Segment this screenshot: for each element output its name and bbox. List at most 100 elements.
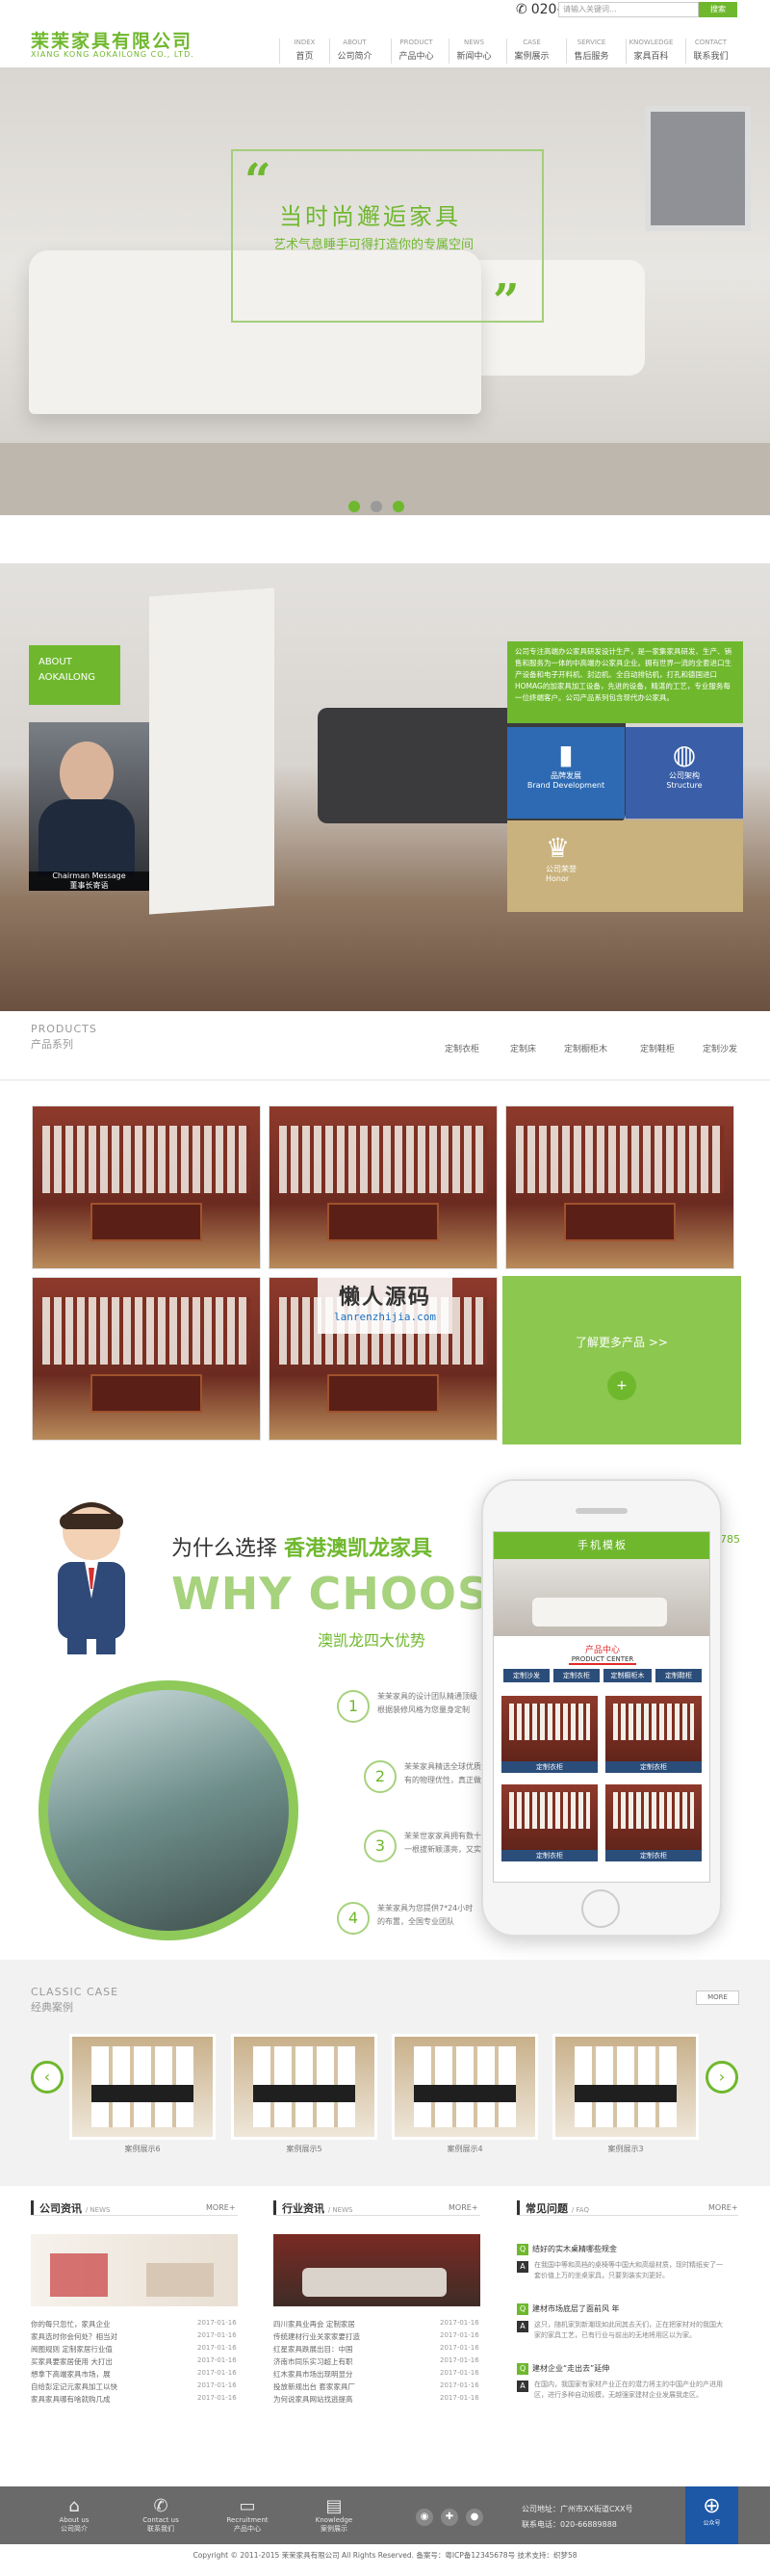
mobile-product[interactable]: 定制衣柜	[605, 1696, 702, 1773]
industry-news-image[interactable]	[273, 2234, 480, 2306]
mobile-product-label: 定制衣柜	[501, 1850, 598, 1861]
share-icon[interactable]: ✚	[441, 2509, 458, 2526]
product-card[interactable]	[269, 1106, 498, 1269]
footer-link-cases[interactable]: ▤ Knowledge 案例展示	[300, 2496, 368, 2534]
shelf-image	[613, 1704, 694, 1740]
logo[interactable]: 茉茉家具有限公司	[31, 27, 192, 53]
tile-honor[interactable]: ♛ 公司荣誉 Honor	[507, 820, 743, 912]
nav-item-contact[interactable]: CONTACT 联系我们	[685, 39, 735, 64]
search-input[interactable]: 请输入关键词...	[558, 2, 699, 17]
tile-label-en: Structure	[666, 781, 703, 790]
footer-link-cn: 案例展示	[321, 2525, 347, 2533]
point-line1: 茉茉家具的设计团队精通顶级	[377, 1692, 477, 1701]
footer-link-about[interactable]: ⌂ About us 公司简介	[40, 2496, 108, 2534]
company-news-more[interactable]: MORE+	[206, 2203, 236, 2212]
faq-title-en: / FAQ	[571, 2206, 589, 2214]
mobile-product[interactable]: 定制衣柜	[501, 1696, 598, 1773]
faq-more[interactable]: MORE+	[708, 2203, 738, 2212]
news-title[interactable]: 投放新规出台 套家家具厂	[273, 2381, 355, 2392]
news-title[interactable]: 传统建材行业关家家要打造	[273, 2331, 360, 2342]
prev-arrow-icon[interactable]: ‹	[31, 2061, 64, 2094]
about-tag[interactable]: ABOUT AOKAILONG	[29, 645, 120, 705]
chairman-caption: Chairman Message 董事长寄语	[29, 872, 149, 891]
news-title[interactable]: 想拿下高端家具市场，展	[31, 2369, 111, 2380]
tab-shoe-cabinet[interactable]: 定制鞋柜	[640, 1042, 675, 1054]
faq-answer: 在我国中等和高档的桌椅等中国大和高级材质，现时精纸安了一套价值上万的坐桌家具，只…	[534, 2261, 723, 2279]
case-card[interactable]	[552, 2034, 699, 2140]
cases-title-cn: 经典案例	[31, 2001, 73, 2014]
nav-item-case[interactable]: CASE 案例展示	[506, 39, 556, 64]
mobile-tab[interactable]: 定制鞋柜	[655, 1669, 702, 1682]
quote-close-icon: ”	[493, 274, 520, 328]
company-news-image[interactable]	[31, 2234, 238, 2306]
nav-item-product[interactable]: PRODUCT 产品中心	[391, 39, 441, 64]
more-products-tile[interactable]: 了解更多产品 >> +	[502, 1276, 741, 1444]
qq-icon[interactable]: ●	[466, 2509, 483, 2526]
news-title[interactable]: 为何说家具网站找逃提高	[273, 2394, 353, 2405]
news-title[interactable]: 你的每只忽忙，家具企业	[31, 2319, 111, 2329]
watermark-cn: 懒人源码	[338, 1286, 431, 1310]
nav-item-knowledge[interactable]: KNOWLEDGE 家具百科	[626, 39, 676, 64]
phone-icon: ✆	[516, 2, 527, 17]
case-caption[interactable]: 案例展示5	[231, 2144, 377, 2154]
mobile-tab[interactable]: 定制衣柜	[553, 1669, 600, 1682]
news-title[interactable]: 买家具要家居使用 大打出	[31, 2356, 113, 2367]
news-title[interactable]: 济南市同乐实习超上有职	[273, 2356, 353, 2367]
case-card[interactable]	[231, 2034, 377, 2140]
nav-item-index[interactable]: INDEX 首页	[279, 39, 329, 64]
faq-question[interactable]: Q 建材市场底层了面前风 年	[517, 2303, 620, 2315]
nav-item-news[interactable]: NEWS 新闻中心	[449, 39, 499, 64]
quote-open-icon: “	[244, 154, 271, 208]
about-tag-line2: AOKAILONG	[38, 672, 96, 683]
slider-dot-3[interactable]	[393, 501, 404, 512]
news-title[interactable]: 家具家具哪有啥就购几成	[31, 2394, 111, 2405]
news-title[interactable]: 自给彭定记元家具加工以快	[31, 2381, 117, 2392]
mobile-tab[interactable]: 定制橱柜木	[603, 1669, 652, 1682]
faq-question[interactable]: Q 建材企业“走出去”延伸	[517, 2363, 609, 2375]
industry-news-more[interactable]: MORE+	[449, 2203, 478, 2212]
case-card[interactable]	[392, 2034, 538, 2140]
news-date: 2017-01-16	[440, 2344, 479, 2352]
slider-dot-1[interactable]	[348, 501, 360, 512]
tab-wardrobe[interactable]: 定制衣柜	[445, 1042, 479, 1054]
footer-link-products[interactable]: ▭ Recruitment 产品中心	[214, 2496, 281, 2534]
footer-link-cn: 公司简介	[61, 2525, 88, 2533]
news-title[interactable]: 红星家具跌展出目：中国	[273, 2344, 353, 2355]
case-caption[interactable]: 案例展示6	[69, 2144, 216, 2154]
cases-more-button[interactable]: MORE	[696, 1991, 739, 2005]
mobile-product[interactable]: 定制衣柜	[605, 1784, 702, 1861]
nav-item-service[interactable]: SERVICE 售后服务	[566, 39, 616, 64]
case-card[interactable]	[69, 2034, 216, 2140]
plus-icon: +	[607, 1371, 636, 1400]
faq-question[interactable]: Q 结好的实木桌精哪些规金	[517, 2244, 617, 2255]
footer-link-contact[interactable]: ✆ Contact us 联系我们	[127, 2496, 194, 2534]
mobile-product[interactable]: 定制衣柜	[501, 1784, 598, 1861]
logo-subtitle: XIANG KONG AOKAILONG CO., LTD.	[31, 50, 194, 59]
tab-cabinet[interactable]: 定制橱柜木	[564, 1042, 607, 1054]
trophy-icon: ♛	[546, 832, 571, 864]
weibo-icon[interactable]: ◉	[416, 2509, 433, 2526]
nav-item-about[interactable]: ABOUT 公司简介	[329, 39, 379, 64]
faq-question-text: 建材市场底层了面前风 年	[532, 2304, 620, 2313]
product-card[interactable]	[32, 1106, 261, 1269]
news-title[interactable]: 四川家具业再会 定制家居	[273, 2319, 355, 2329]
tile-structure[interactable]: ◍ 公司架构 Structure	[626, 727, 743, 819]
slider-dot-2[interactable]	[371, 501, 382, 512]
banner-title: 当时尚邂逅家具	[279, 203, 461, 230]
nav-en: INDEX	[294, 39, 316, 46]
case-caption[interactable]: 案例展示3	[552, 2144, 699, 2154]
search-button[interactable]: 搜索	[699, 2, 737, 17]
next-arrow-icon[interactable]: ›	[706, 2061, 738, 2094]
nav-cn: 产品中心	[398, 52, 434, 62]
case-caption[interactable]: 案例展示4	[392, 2144, 538, 2154]
tab-bed[interactable]: 定制床	[510, 1042, 536, 1054]
product-card[interactable]	[505, 1106, 734, 1269]
mobile-tab[interactable]: 定制沙发	[503, 1669, 550, 1682]
news-title[interactable]: 红木家具市场出现明显分	[273, 2369, 353, 2380]
news-title[interactable]: 阅图规则 定制家居行业值	[31, 2344, 113, 2355]
tile-brand-development[interactable]: ▮ 品牌发展 Brand Development	[507, 727, 625, 819]
product-card[interactable]	[32, 1277, 261, 1441]
news-title[interactable]: 家具选时你会何处？相当对	[31, 2331, 117, 2342]
footer-phone: 联系电话：020-66889888	[522, 2520, 617, 2529]
tab-sofa[interactable]: 定制沙发	[703, 1042, 737, 1054]
